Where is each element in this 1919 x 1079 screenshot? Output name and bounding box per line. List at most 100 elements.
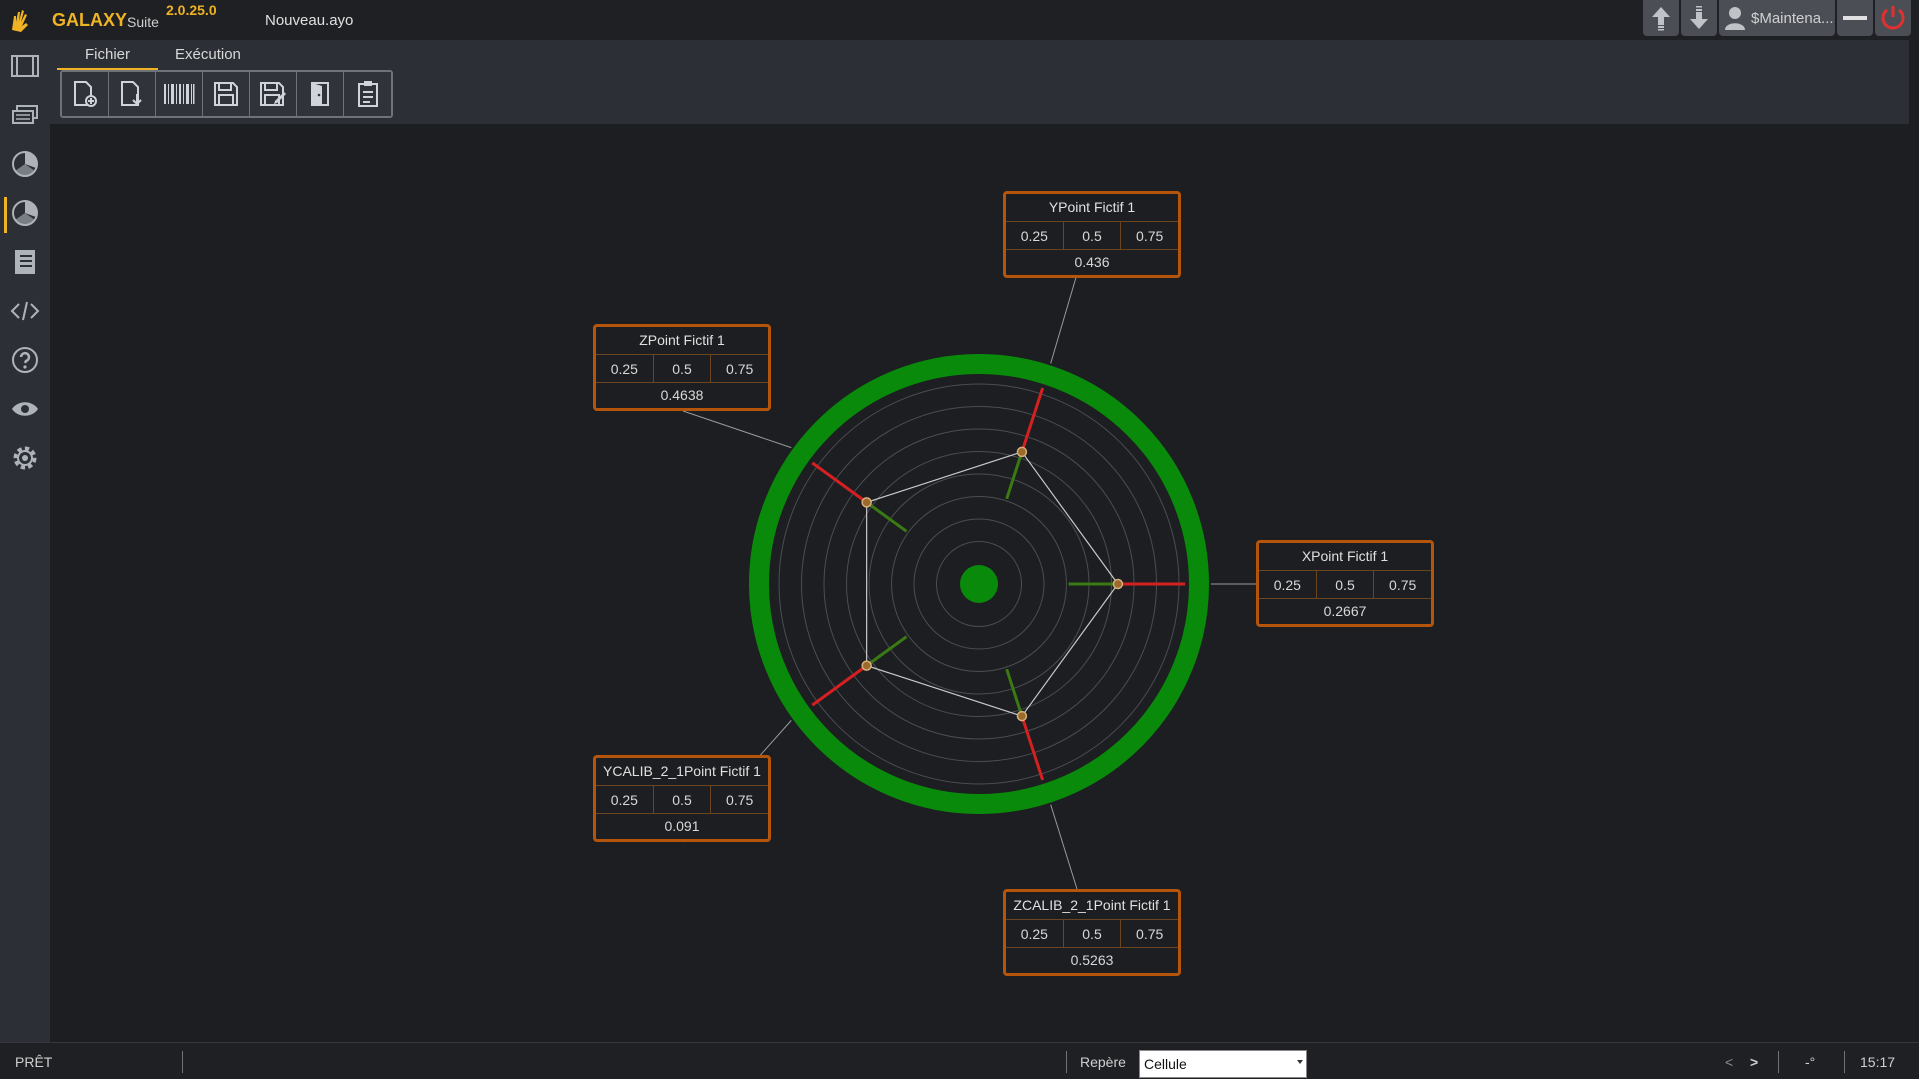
threshold-high: 0.75 — [1389, 577, 1417, 593]
user-button[interactable]: $Maintena... — [1719, 0, 1835, 36]
repere-dropdown[interactable]: Cellule — [1139, 1050, 1307, 1078]
save-as-button[interactable] — [250, 72, 297, 116]
barcode-icon — [164, 84, 195, 104]
notebook-icon — [15, 250, 35, 274]
tolerance-fail-segment — [811, 461, 868, 504]
threshold-mid: 0.5 — [1064, 920, 1122, 947]
point-name: ZCALIB_2_1Point Fictif 1 — [1006, 892, 1178, 920]
document-name: Nouveau.ayo — [265, 12, 354, 29]
status-separator — [1778, 1051, 1779, 1073]
download-arrow-icon — [1690, 6, 1708, 29]
measurement-point — [1016, 446, 1028, 458]
threshold-mid: 0.5 — [654, 786, 712, 813]
threshold-high: 0.75 — [1136, 926, 1164, 942]
user-icon — [1725, 7, 1745, 30]
sidebar-item-layers[interactable] — [0, 93, 50, 137]
tolerance-fail-segment — [811, 664, 868, 707]
threshold-low: 0.25 — [596, 786, 654, 813]
pie-chart-icon — [12, 151, 38, 177]
left-sidebar — [0, 40, 50, 1042]
label-connector-line — [1050, 804, 1078, 890]
exit-door-icon — [311, 82, 329, 106]
point-value: 0.091 — [664, 818, 700, 834]
status-separator — [182, 1051, 183, 1073]
radar-chart — [682, 273, 1256, 890]
sidebar-item-code[interactable] — [0, 289, 50, 333]
angle-readout: -° — [1805, 1054, 1816, 1070]
threshold-mid: 0.5 — [1317, 571, 1375, 598]
label-connector-line — [1050, 273, 1078, 364]
app-version: 2.0.25.0 — [166, 2, 217, 18]
save-button[interactable] — [203, 72, 250, 116]
clock: 15:17 — [1860, 1054, 1896, 1070]
barcode-button[interactable] — [156, 72, 203, 116]
tolerance-ok-segment — [1005, 668, 1024, 717]
minimize-button[interactable] — [1837, 0, 1873, 36]
threshold-low: 0.25 — [1006, 222, 1064, 249]
file-toolbar — [60, 70, 393, 118]
status-separator — [1066, 1051, 1067, 1073]
tolerance-fail-segment — [1020, 715, 1045, 781]
point-value: 0.2667 — [1323, 603, 1367, 619]
point-box-xpoint[interactable]: XPoint Fictif 1 0.25 0.5 0.75 0.2667 — [1256, 540, 1434, 627]
threshold-low: 0.25 — [1259, 571, 1317, 598]
clipboard-list-icon — [357, 81, 378, 107]
threshold-high: 0.75 — [726, 361, 754, 377]
user-name: $Maintena... — [1751, 9, 1834, 27]
tolerance-ok-segment — [1005, 451, 1024, 500]
point-box-ypoint[interactable]: YPoint Fictif 1 0.25 0.5 0.75 0.436 — [1003, 191, 1181, 278]
power-icon — [1881, 6, 1905, 30]
threshold-low: 0.25 — [596, 355, 654, 382]
measurement-point — [861, 497, 872, 508]
new-file-button[interactable] — [62, 72, 109, 116]
label-connector-line — [682, 410, 792, 449]
point-box-zcalib[interactable]: ZCALIB_2_1Point Fictif 1 0.25 0.5 0.75 0.5… — [1003, 889, 1181, 976]
import-file-button[interactable] — [109, 72, 156, 116]
save-as-icon — [260, 82, 286, 106]
repere-value: Cellule — [1144, 1056, 1187, 1072]
app-name: GALAXY — [52, 10, 128, 30]
sidebar-item-notebook[interactable] — [0, 240, 50, 284]
status-state: PRÊT — [15, 1054, 53, 1070]
nav-prev-button[interactable]: < — [1725, 1054, 1733, 1070]
film-frame-icon — [11, 55, 39, 77]
upload-arrow-icon — [1652, 7, 1670, 31]
chevron-down-icon — [1297, 1060, 1303, 1064]
threshold-high: 0.75 — [1136, 228, 1164, 244]
threshold-mid: 0.5 — [1064, 222, 1122, 249]
power-button[interactable] — [1875, 0, 1911, 36]
point-box-zpoint[interactable]: ZPoint Fictif 1 0.25 0.5 0.75 0.4638 — [593, 324, 771, 411]
help-icon — [12, 347, 38, 373]
new-file-icon — [74, 81, 97, 107]
point-name: YPoint Fictif 1 — [1006, 194, 1178, 222]
radar-pie-icon — [12, 200, 38, 226]
status-separator — [1844, 1051, 1845, 1073]
sidebar-item-film[interactable] — [0, 44, 50, 88]
app-suite-label: Suite — [127, 14, 159, 30]
minimize-icon — [1843, 16, 1867, 20]
sidebar-item-help[interactable] — [0, 338, 50, 382]
point-name: ZPoint Fictif 1 — [596, 327, 768, 355]
upload-button[interactable] — [1643, 0, 1679, 36]
download-button[interactable] — [1681, 0, 1717, 36]
sidebar-item-chart[interactable] — [0, 142, 50, 186]
point-name: YCALIB_2_1Point Fictif 1 — [596, 758, 768, 786]
tab-fichier[interactable]: Fichier — [56, 46, 159, 70]
nav-next-button[interactable]: > — [1750, 1054, 1758, 1070]
point-value: 0.4638 — [660, 387, 704, 403]
sidebar-item-view[interactable] — [0, 387, 50, 431]
radar-center-dot — [960, 565, 998, 603]
point-box-ycalib[interactable]: YCALIB_2_1Point Fictif 1 0.25 0.5 0.75 0.0… — [593, 755, 771, 842]
exit-button[interactable] — [297, 72, 344, 116]
radar-canvas: YPoint Fictif 1 0.25 0.5 0.75 0.436 XPoint… — [50, 124, 1909, 1042]
gear-icon — [13, 446, 37, 470]
sidebar-item-radar[interactable] — [0, 191, 50, 235]
measurement-point — [1112, 578, 1124, 590]
clipboard-button[interactable] — [344, 72, 391, 116]
threshold-mid: 0.5 — [654, 355, 712, 382]
sidebar-item-settings[interactable] — [0, 436, 50, 480]
point-value: 0.436 — [1074, 254, 1110, 270]
repere-label: Repère — [1080, 1054, 1126, 1070]
tab-execution[interactable]: Exécution — [175, 46, 241, 63]
threshold-low: 0.25 — [1006, 920, 1064, 947]
